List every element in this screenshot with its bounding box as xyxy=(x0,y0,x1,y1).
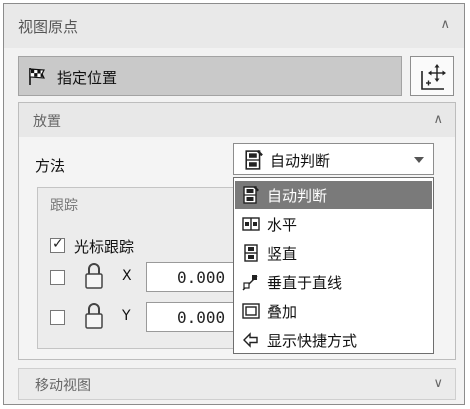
padlock-icon xyxy=(85,303,103,329)
method-option-label: 叠加 xyxy=(267,303,298,321)
method-option-show-shortcuts[interactable]: 显示快捷方式 xyxy=(235,326,432,354)
tracking-group: 跟踪 ✓ 光标跟踪 X 0.000 Y 0.000 xyxy=(37,187,238,349)
perpendicular-to-line-icon xyxy=(242,275,258,291)
method-option-vertical[interactable]: 竖直 xyxy=(235,239,432,267)
method-option-label: 垂直于直线 xyxy=(267,274,343,292)
method-dropdown-list: 自动判断 水平 竖直 垂直于直线 叠加 显示快捷方式 xyxy=(233,177,434,354)
method-label: 方法 xyxy=(35,157,66,175)
auto-infer-icon xyxy=(243,186,259,204)
specify-location-row[interactable]: 指定位置 xyxy=(18,56,402,96)
method-selected-value: 自动判断 xyxy=(270,152,331,170)
method-option-label: 自动判断 xyxy=(267,187,328,205)
x-lock-checkbox[interactable] xyxy=(50,270,65,285)
method-option-horizontal[interactable]: 水平 xyxy=(235,210,432,238)
tracking-title: 跟踪 xyxy=(50,198,78,214)
y-value: 0.000 xyxy=(177,308,226,327)
y-label: Y xyxy=(122,308,131,324)
x-input[interactable]: 0.000 xyxy=(146,262,238,292)
overlay-icon xyxy=(242,303,260,319)
dropdown-arrow-icon xyxy=(414,157,424,163)
y-input[interactable]: 0.000 xyxy=(146,302,238,332)
specify-location-label: 指定位置 xyxy=(57,69,118,87)
method-option-auto[interactable]: 自动判断 xyxy=(235,181,432,209)
move-view-title: 移动视图 xyxy=(35,378,91,394)
method-select[interactable]: 自动判断 xyxy=(233,143,434,175)
placement-title: 放置 xyxy=(33,114,61,130)
move-origin-icon xyxy=(421,64,446,90)
panel-title: 视图原点 xyxy=(18,18,79,36)
expand-chevron-icon[interactable]: ∨ xyxy=(433,377,443,390)
method-option-label: 竖直 xyxy=(267,245,298,263)
move-origin-button[interactable] xyxy=(410,56,454,96)
method-option-perpendicular[interactable]: 垂直于直线 xyxy=(235,268,432,296)
checkmark-icon: ✓ xyxy=(52,236,64,252)
cursor-tracking-label: 光标跟踪 xyxy=(74,238,135,256)
placement-header[interactable]: 放置 ∧ xyxy=(19,103,455,137)
method-option-label: 显示快捷方式 xyxy=(267,332,358,350)
collapse-chevron-icon[interactable]: ∧ xyxy=(440,18,450,31)
x-label: X xyxy=(122,268,132,284)
method-option-overlay[interactable]: 叠加 xyxy=(235,297,432,325)
y-lock-checkbox[interactable] xyxy=(50,310,65,325)
collapse-chevron-icon[interactable]: ∧ xyxy=(433,113,443,126)
x-value: 0.000 xyxy=(177,268,226,287)
padlock-icon xyxy=(85,263,103,289)
checkered-flag-icon xyxy=(27,66,47,90)
auto-infer-icon xyxy=(245,150,263,170)
method-option-label: 水平 xyxy=(267,216,298,234)
view-origin-header[interactable]: 视图原点 ∧ xyxy=(4,4,464,48)
horizontal-icon xyxy=(242,217,260,231)
left-arrow-icon xyxy=(243,332,258,348)
move-view-header[interactable]: 移动视图 ∨ xyxy=(18,368,456,400)
vertical-icon xyxy=(244,244,258,262)
cursor-tracking-checkbox[interactable]: ✓ xyxy=(50,236,65,253)
